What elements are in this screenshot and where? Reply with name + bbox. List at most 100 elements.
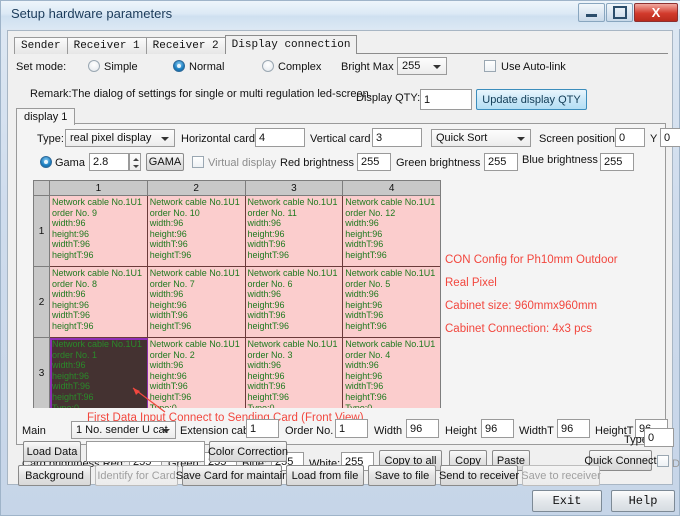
radio-simple[interactable] [88, 60, 100, 72]
cabinet-cell-line: height:96 [247, 370, 285, 381]
cabinet-cell-line: widthT:96 [52, 239, 91, 250]
cabinet-cell-line: widthT:96 [345, 239, 384, 250]
sender-combo[interactable]: 1 No. sender U cat [71, 421, 176, 439]
cabinet-cell[interactable]: Network cable No.1U1 order No. 6 width:96 h… [245, 267, 344, 338]
blue-brightness-input[interactable]: 255 [600, 153, 634, 171]
cabinet-cell-line: heightT:96 [345, 391, 387, 402]
widthT-label: WidthT [519, 425, 554, 437]
cabinet-cell[interactable]: Network cable No.1U1 order No. 5 width:96 h… [343, 267, 440, 338]
cabinet-cell[interactable]: Network cable No.1U1 order No. 12 width:96… [343, 196, 440, 267]
help-button[interactable]: Help [611, 490, 675, 512]
display-link-checkbox[interactable] [657, 455, 669, 467]
save-to-file-button[interactable]: Save to file [368, 465, 436, 486]
display-qty-label: Display QTY: [356, 92, 421, 104]
grid-column-headers: 1 2 3 4 [34, 181, 440, 196]
height-input[interactable]: 96 [481, 419, 514, 438]
window-title: Setup hardware parameters [11, 6, 173, 21]
widthT-input[interactable]: 96 [557, 419, 590, 438]
tab-receiver-2[interactable]: Receiver 2 [145, 37, 226, 54]
tab-display-connection[interactable]: Display connection [224, 35, 358, 54]
cabinet-cell-line: Network cable No.1U1 [52, 339, 143, 349]
display-settings-group: Type: real pixel display Horizontal card… [16, 123, 680, 445]
load-from-file-button[interactable]: Load from file [286, 465, 364, 486]
maximize-button[interactable] [606, 3, 633, 22]
gama-spinner[interactable] [129, 153, 141, 171]
exit-button[interactable]: Exit [532, 490, 602, 512]
cabinet-cell[interactable]: Network cable No.1U1 order No. 11 width:96… [245, 196, 344, 267]
cabinet-cell-line: height:96 [345, 370, 383, 381]
load-data-button[interactable]: Load Data [23, 441, 81, 462]
quick-sort-combo[interactable]: Quick Sort [431, 129, 531, 147]
width-input[interactable]: 96 [406, 419, 439, 438]
cabinet-cell[interactable]: Network cable No.1U1 order No. 8 width:96 h… [50, 267, 148, 338]
cabinet-cell-line: width:96 [149, 218, 184, 229]
tab-sender[interactable]: Sender [14, 37, 68, 54]
cabinet-cell-line: order No. 12 [345, 207, 396, 218]
order-no-input[interactable]: 1 [335, 419, 368, 438]
subtab-display-1[interactable]: display 1 [16, 108, 76, 125]
cabinet-cell-line: Network cable No.1U1 [247, 197, 338, 207]
radio-normal[interactable] [173, 60, 185, 72]
tab-receiver-1[interactable]: Receiver 1 [66, 37, 147, 54]
display-qty-input[interactable]: 1 [420, 89, 472, 110]
cabinet-cell-line: widthT:96 [247, 239, 286, 250]
cabinet-cell[interactable]: Network cable No.1U1 order No. 4 width:96 h… [343, 338, 440, 408]
identify-for-card-button[interactable]: Identify for Card [95, 465, 178, 486]
cabinet-cell-line: width:96 [345, 218, 379, 229]
green-brightness-input[interactable]: 255 [484, 153, 518, 171]
cabinet-cell-line: order No. 6 [247, 278, 293, 289]
cabinet-cell-line: order No. 3 [247, 349, 293, 360]
gama-button[interactable]: GAMA [146, 153, 184, 171]
cabinet-cell-line: width:96 [52, 218, 86, 229]
horizontal-card-label: Horizontal card [181, 133, 255, 145]
extension-cable-input[interactable]: 1 [246, 419, 279, 438]
save-card-for-maintain-button[interactable]: Save Card for maintain [176, 465, 288, 486]
use-auto-link-checkbox[interactable] [484, 60, 496, 72]
vertical-card-input[interactable]: 3 [372, 128, 422, 147]
cabinet-cell-line: height:96 [149, 370, 187, 381]
cabinet-cell-line: height:96 [247, 228, 285, 239]
cabinet-cell-line: height:96 [52, 228, 90, 239]
grid-col-header: 3 [245, 181, 344, 196]
minimize-button[interactable] [578, 3, 605, 22]
background-button[interactable]: Background [18, 465, 91, 486]
set-mode-row: Set mode: Simple Normal Complex Bright M… [16, 57, 666, 79]
data-path-input[interactable] [86, 441, 205, 462]
gama-input[interactable]: 2.8 [89, 153, 129, 171]
bright-max-combo[interactable]: 255 [397, 57, 447, 75]
vertical-card-label: Vertical card [310, 133, 371, 145]
update-display-qty-button[interactable]: Update display QTY [476, 89, 587, 110]
cabinet-cell-line: widthT:96 [149, 239, 188, 250]
horizontal-card-input[interactable]: 4 [255, 128, 305, 147]
cabinet-cell-line: height:96 [345, 299, 383, 310]
grid-row: 1 Network cable No.1U1 order No. 9 width:9… [34, 196, 440, 267]
save-to-receiver-button[interactable]: Save to receiver [521, 465, 601, 486]
screen-position-x-input[interactable]: 0 [615, 128, 645, 147]
cabinet-grid[interactable]: 1 2 3 4 1 Network cable No.1U1 order No. … [33, 180, 441, 408]
radio-gama[interactable] [40, 156, 52, 168]
cabinet-cell-line: width:96 [247, 360, 282, 371]
cabinet-cell[interactable]: Network cable No.1U1 order No. 7 width:96 h… [147, 267, 246, 338]
screen-position-y-label: Y [650, 133, 658, 145]
red-brightness-input[interactable]: 255 [357, 153, 391, 171]
cabinet-cell[interactable]: Network cable No.1U1 order No. 3 width:96 h… [245, 338, 344, 408]
cabinet-cell[interactable]: Network cable No.1U1 order No. 9 width:96 h… [50, 196, 148, 267]
cabinet-cell[interactable]: Network cable No.1U1 order No. 10 width:96… [147, 196, 246, 267]
radio-complex[interactable] [262, 60, 274, 72]
cabinet-cell-line: width:96 [52, 360, 86, 371]
cabinet-cell-line: Network cable No.1U1 [149, 268, 240, 278]
grid-row-header: 3 [34, 338, 50, 408]
main-type-input[interactable]: 0 [644, 428, 674, 447]
cabinet-cell-line: Type:0 [345, 402, 373, 408]
color-correction-button[interactable]: Color Correction [208, 441, 288, 462]
screen-position-y-input[interactable]: 0 [660, 128, 680, 147]
annotation-line-3: Cabinet size: 960mmx960mm [445, 300, 598, 312]
quick-sort-value: Quick Sort [436, 132, 488, 144]
cabinet-cell-line: Network cable No.1U1 [345, 197, 436, 207]
type-combo[interactable]: real pixel display [65, 129, 175, 147]
virtual-display-checkbox[interactable] [192, 156, 204, 168]
close-button[interactable]: X [634, 3, 678, 22]
cabinet-cell-line: Network cable No.1U1 [247, 339, 338, 349]
send-to-receiver-button[interactable]: Send to receiver [439, 465, 519, 486]
annotation-line-2: Real Pixel [445, 277, 497, 289]
